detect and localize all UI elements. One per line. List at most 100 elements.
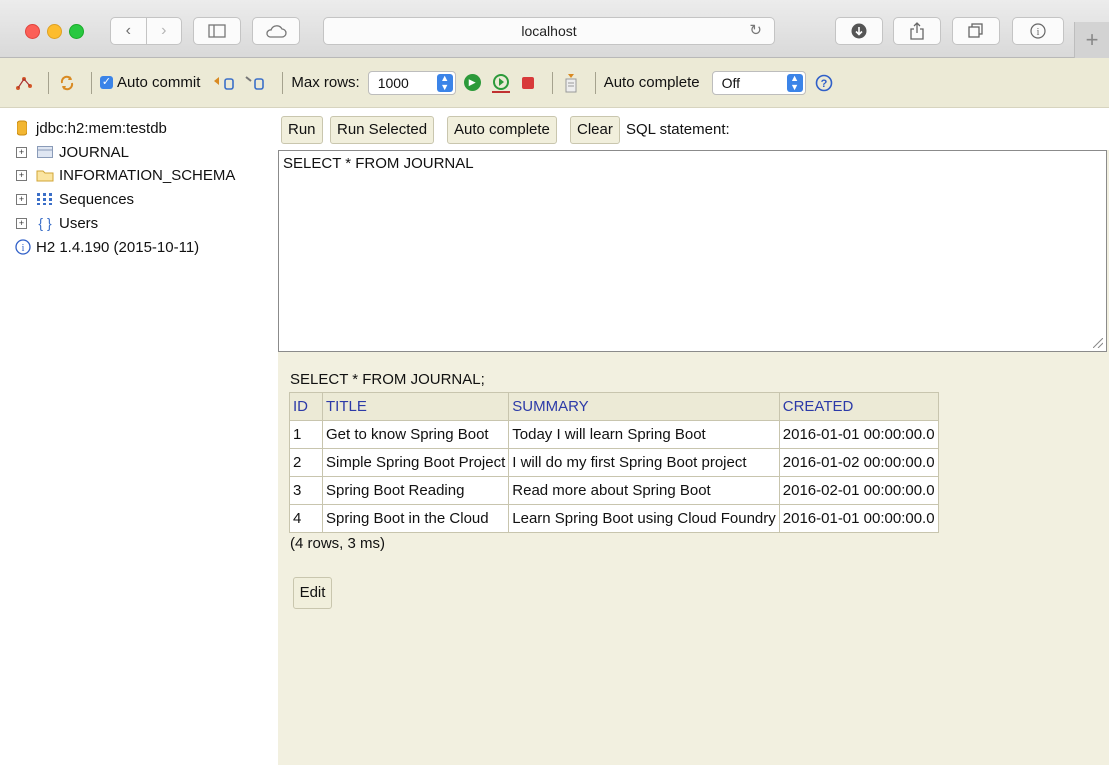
auto-commit-checkbox[interactable]: ✓ — [100, 76, 113, 89]
auto-complete-label: Auto complete — [603, 74, 700, 91]
column-header[interactable]: ID — [289, 392, 323, 421]
auto-complete-value: Off — [721, 74, 741, 91]
svg-text:i: i — [1037, 27, 1040, 38]
users-icon: { } — [38, 215, 52, 231]
expand-icon[interactable]: + — [16, 169, 27, 181]
table-cell: 2016-02-01 00:00:00.0 — [778, 476, 939, 505]
table-cell: 2016-01-01 00:00:00.0 — [778, 420, 939, 449]
history-icon[interactable] — [561, 73, 581, 93]
downloads-button[interactable] — [835, 17, 883, 45]
address-bar[interactable]: localhost ↻ — [323, 17, 775, 45]
column-header[interactable]: SUMMARY — [508, 392, 780, 421]
sql-editor[interactable]: SELECT * FROM JOURNAL — [278, 150, 1107, 352]
table-cell: Get to know Spring Boot — [321, 420, 510, 449]
back-button[interactable]: ‹ — [111, 18, 147, 44]
expand-icon[interactable]: + — [16, 217, 27, 229]
max-rows-value: 1000 — [377, 74, 409, 91]
table-header-row: ID TITLE SUMMARY CREATED — [289, 392, 939, 421]
table-cell: Learn Spring Boot using Cloud Foundry — [508, 504, 780, 533]
table-row: 1 Get to know Spring Boot Today I will l… — [289, 420, 939, 449]
database-icon — [16, 120, 28, 136]
share-button[interactable] — [893, 17, 941, 45]
table-row: 3 Spring Boot Reading Read more about Sp… — [289, 476, 939, 505]
h2-toolbar: ✓ Auto commit Max rows: 1000 ▲ ▼ ▶ Auto c… — [0, 58, 1109, 108]
table-cell: Read more about Spring Boot — [508, 476, 780, 505]
max-rows-select[interactable]: 1000 ▲ ▼ — [367, 70, 456, 95]
sidebar-toggle-button[interactable] — [193, 17, 241, 45]
tree-item-label: Users — [59, 214, 99, 232]
toolbar-separator — [594, 71, 596, 94]
table-cell: 2016-01-02 00:00:00.0 — [778, 448, 939, 477]
table-icon — [36, 146, 54, 158]
table-row: 2 Simple Spring Boot Project I will do m… — [289, 448, 939, 477]
tree-item-label: INFORMATION_SCHEMA — [59, 166, 236, 184]
folder-icon — [36, 168, 54, 182]
connection-label: jdbc:h2:mem:testdb — [36, 119, 167, 137]
expand-icon[interactable]: + — [16, 193, 27, 205]
stop-icon[interactable] — [518, 73, 538, 93]
refresh-icon[interactable] — [57, 73, 77, 93]
query-panel: Run Run Selected Auto complete Clear SQL… — [278, 108, 1109, 765]
svg-text:i: i — [22, 243, 25, 254]
toolbar-separator — [282, 71, 284, 94]
column-header[interactable]: TITLE — [321, 392, 510, 421]
table-row: 4 Spring Boot in the Cloud Learn Spring … — [289, 504, 939, 533]
results-table: ID TITLE SUMMARY CREATED 1 Get to know S… — [289, 392, 939, 533]
commit-icon[interactable] — [242, 73, 268, 93]
tree-item-sequences[interactable]: + Sequences — [16, 189, 134, 209]
resize-handle-icon[interactable] — [1093, 338, 1103, 348]
table-cell: 1 — [289, 420, 323, 449]
table-cell: 3 — [289, 476, 323, 505]
tree-item-information-schema[interactable]: + INFORMATION_SCHEMA — [16, 165, 235, 185]
info-icon: i — [14, 239, 32, 255]
tree-connection[interactable]: jdbc:h2:mem:testdb — [16, 118, 167, 138]
sql-statement-label: SQL statement: — [626, 121, 730, 138]
tab-overview-button[interactable] — [952, 17, 1000, 45]
url-text: localhost — [521, 23, 577, 39]
close-window-button[interactable] — [25, 24, 40, 39]
clear-button[interactable]: Clear — [570, 116, 620, 144]
schema-tree: jdbc:h2:mem:testdb + JOURNAL + INFORMATI… — [5, 108, 279, 765]
run-button[interactable]: Run — [281, 116, 323, 144]
forward-button[interactable]: › — [147, 18, 182, 44]
chevron-updown-icon: ▲ ▼ — [436, 73, 453, 92]
help-icon[interactable]: ? — [814, 73, 834, 93]
run-icon[interactable]: ▶ — [463, 74, 481, 91]
chevron-updown-icon: ▲ ▼ — [786, 73, 803, 92]
table-cell: 2 — [289, 448, 323, 477]
table-cell: I will do my first Spring Boot project — [508, 448, 780, 477]
tree-item-journal[interactable]: + JOURNAL — [16, 142, 129, 162]
reload-icon[interactable]: ↻ — [749, 18, 762, 44]
cloud-icon — [266, 25, 287, 38]
table-cell: Spring Boot Reading — [321, 476, 510, 505]
tree-item-label: JOURNAL — [59, 143, 130, 161]
tree-item-users[interactable]: + { } Users — [16, 213, 98, 233]
new-tab-button[interactable]: + — [1074, 22, 1109, 58]
sequence-icon — [36, 193, 54, 205]
run-selected-icon[interactable] — [490, 73, 510, 93]
toolbar-separator — [551, 71, 553, 94]
auto-complete-select[interactable]: Off ▲ ▼ — [711, 70, 806, 95]
table-cell: Simple Spring Boot Project — [321, 448, 510, 477]
icloud-tabs-button[interactable] — [252, 17, 300, 45]
auto-complete-button[interactable]: Auto complete — [447, 116, 557, 144]
edit-button[interactable]: Edit — [293, 577, 332, 609]
disconnect-icon[interactable] — [14, 73, 34, 93]
share-icon — [910, 22, 924, 40]
sql-editor-text: SELECT * FROM JOURNAL — [283, 155, 474, 172]
run-selected-button[interactable]: Run Selected — [330, 116, 435, 144]
rollback-icon[interactable] — [210, 73, 236, 93]
table-cell: 2016-01-01 00:00:00.0 — [778, 504, 939, 533]
info-icon: i — [1030, 23, 1046, 39]
sidebar-icon — [208, 24, 226, 38]
max-rows-label: Max rows: — [291, 74, 360, 91]
zoom-window-button[interactable] — [69, 24, 84, 39]
tree-item-label: Sequences — [59, 190, 135, 208]
svg-text:?: ? — [820, 78, 827, 90]
back-forward-group: ‹ › — [110, 17, 182, 45]
result-query-echo: SELECT * FROM JOURNAL; — [290, 371, 485, 388]
expand-icon[interactable]: + — [16, 146, 27, 158]
minimize-window-button[interactable] — [47, 24, 62, 39]
column-header[interactable]: CREATED — [778, 392, 939, 421]
info-button[interactable]: i — [1012, 17, 1064, 45]
